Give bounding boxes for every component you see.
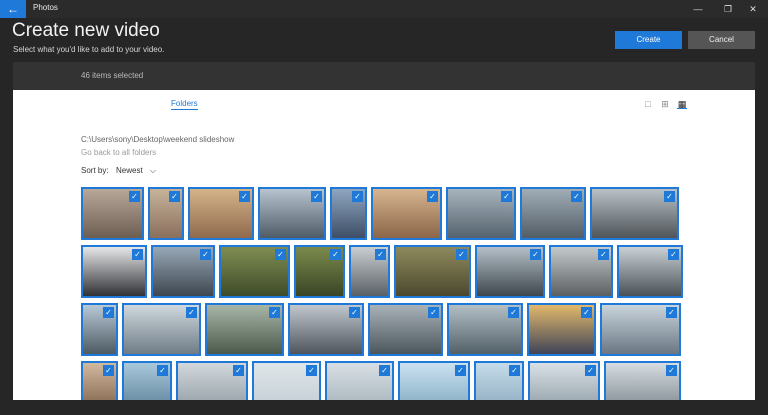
photo-thumbnail[interactable]: ✓ — [258, 187, 326, 240]
photo-thumbnail[interactable]: ✓ — [590, 187, 679, 240]
checkbox-checked-icon[interactable]: ✓ — [103, 307, 114, 318]
checkbox-checked-icon[interactable]: ✓ — [501, 191, 512, 202]
photo-thumbnail[interactable]: ✓ — [294, 245, 345, 298]
photo-thumbnail[interactable]: ✓ — [188, 187, 254, 240]
small-grid-icon[interactable]: ▦ — [677, 99, 687, 109]
checkbox-checked-icon[interactable]: ✓ — [664, 191, 675, 202]
photo-thumbnail[interactable]: ✓ — [81, 245, 147, 298]
photo-thumbnail[interactable]: ✓ — [122, 361, 172, 400]
single-view-icon[interactable]: □ — [643, 99, 653, 109]
checkbox-checked-icon[interactable]: ✓ — [200, 249, 211, 260]
checkbox-checked-icon[interactable]: ✓ — [598, 249, 609, 260]
photo-thumbnail[interactable]: ✓ — [151, 245, 215, 298]
photo-thumbnail[interactable]: ✓ — [604, 361, 681, 400]
tab-folders[interactable]: Folders — [171, 99, 198, 110]
checkbox-checked-icon[interactable]: ✓ — [129, 191, 140, 202]
cancel-button[interactable]: Cancel — [688, 31, 755, 49]
back-to-folders-link[interactable]: Go back to all folders — [81, 148, 156, 157]
photo-row: ✓ ✓ ✓ ✓ ✓ ✓ ✓ ✓ ✓ — [81, 361, 687, 400]
checkbox-checked-icon[interactable]: ✓ — [375, 249, 386, 260]
photo-thumbnail[interactable]: ✓ — [474, 361, 524, 400]
checkbox-checked-icon[interactable]: ✓ — [186, 307, 197, 318]
checkbox-checked-icon[interactable]: ✓ — [103, 365, 114, 376]
photo-thumbnail[interactable]: ✓ — [252, 361, 321, 400]
sort-value: Newest — [116, 166, 143, 175]
checkbox-checked-icon[interactable]: ✓ — [666, 307, 677, 318]
photo-grid: ✓ ✓ ✓ ✓ ✓ ✓ ✓ ✓ ✓ ✓ ✓ ✓ ✓ ✓ ✓ ✓ ✓ ✓ ✓ ✓ ✓ ✓ ✓ ✓ ✓ ✓ ✓ ✓ ✓ ✓ ✓ ✓ ✓ ✓ ✓ — [81, 187, 687, 400]
checkbox-checked-icon[interactable]: ✓ — [306, 365, 317, 376]
photo-thumbnail[interactable]: ✓ — [549, 245, 613, 298]
photo-thumbnail[interactable]: ✓ — [527, 303, 596, 356]
folder-path: C:\Users\sony\Desktop\weekend slideshow — [81, 135, 235, 144]
photo-thumbnail[interactable]: ✓ — [330, 187, 367, 240]
checkbox-checked-icon[interactable]: ✓ — [530, 249, 541, 260]
page-subtitle: Select what you'd like to add to your vi… — [13, 45, 165, 54]
photo-thumbnail[interactable]: ✓ — [398, 361, 470, 400]
photo-thumbnail[interactable]: ✓ — [122, 303, 201, 356]
photo-thumbnail[interactable]: ✓ — [528, 361, 600, 400]
photo-thumbnail[interactable]: ✓ — [600, 303, 681, 356]
sort-label: Sort by: — [81, 166, 109, 175]
photo-thumbnail[interactable]: ✓ — [368, 303, 443, 356]
photo-thumbnail[interactable]: ✓ — [176, 361, 248, 400]
checkbox-checked-icon[interactable]: ✓ — [508, 307, 519, 318]
checkbox-checked-icon[interactable]: ✓ — [311, 191, 322, 202]
checkbox-checked-icon[interactable]: ✓ — [509, 365, 520, 376]
photo-thumbnail[interactable]: ✓ — [325, 361, 394, 400]
checkbox-checked-icon[interactable]: ✓ — [585, 365, 596, 376]
photo-thumbnail[interactable]: ✓ — [81, 361, 118, 400]
page-title: Create new video — [12, 20, 160, 41]
checkbox-checked-icon[interactable]: ✓ — [379, 365, 390, 376]
close-icon[interactable]: ✕ — [738, 0, 768, 18]
checkbox-checked-icon[interactable]: ✓ — [157, 365, 168, 376]
selection-bar: 46 items selected — [13, 62, 755, 90]
photo-thumbnail[interactable]: ✓ — [371, 187, 442, 240]
checkbox-checked-icon[interactable]: ✓ — [330, 249, 341, 260]
photo-thumbnail[interactable]: ✓ — [205, 303, 284, 356]
checkbox-checked-icon[interactable]: ✓ — [233, 365, 244, 376]
checkbox-checked-icon[interactable]: ✓ — [428, 307, 439, 318]
checkbox-checked-icon[interactable]: ✓ — [349, 307, 360, 318]
photo-row: ✓ ✓ ✓ ✓ ✓ ✓ ✓ ✓ ✓ — [81, 245, 687, 298]
photo-thumbnail[interactable]: ✓ — [219, 245, 290, 298]
checkbox-checked-icon[interactable]: ✓ — [352, 191, 363, 202]
media-panel: Folders □ ⊞ ▦ C:\Users\sony\Desktop\week… — [13, 90, 755, 400]
photo-thumbnail[interactable]: ✓ — [446, 187, 516, 240]
create-button[interactable]: Create — [615, 31, 682, 49]
photo-thumbnail[interactable]: ✓ — [394, 245, 471, 298]
photo-row: ✓ ✓ ✓ ✓ ✓ ✓ ✓ ✓ ✓ — [81, 187, 687, 240]
title-bar: ← Photos — ❐ ✕ — [0, 0, 768, 18]
minimize-icon[interactable]: — — [683, 0, 713, 18]
checkbox-checked-icon[interactable]: ✓ — [666, 365, 677, 376]
back-arrow-icon[interactable]: ← — [0, 0, 26, 18]
checkbox-checked-icon[interactable]: ✓ — [571, 191, 582, 202]
photo-thumbnail[interactable]: ✓ — [617, 245, 683, 298]
checkbox-checked-icon[interactable]: ✓ — [456, 249, 467, 260]
checkbox-checked-icon[interactable]: ✓ — [169, 191, 180, 202]
checkbox-checked-icon[interactable]: ✓ — [427, 191, 438, 202]
medium-grid-icon[interactable]: ⊞ — [660, 99, 670, 109]
app-title: Photos — [33, 3, 58, 12]
checkbox-checked-icon[interactable]: ✓ — [239, 191, 250, 202]
checkbox-checked-icon[interactable]: ✓ — [275, 249, 286, 260]
photo-thumbnail[interactable]: ✓ — [81, 187, 144, 240]
photo-thumbnail[interactable]: ✓ — [288, 303, 364, 356]
photo-thumbnail[interactable]: ✓ — [148, 187, 184, 240]
photo-thumbnail[interactable]: ✓ — [520, 187, 586, 240]
checkbox-checked-icon[interactable]: ✓ — [581, 307, 592, 318]
checkbox-checked-icon[interactable]: ✓ — [455, 365, 466, 376]
selection-count: 46 items selected — [81, 71, 144, 80]
checkbox-checked-icon[interactable]: ✓ — [668, 249, 679, 260]
photo-thumbnail[interactable]: ✓ — [349, 245, 390, 298]
checkbox-checked-icon[interactable]: ✓ — [269, 307, 280, 318]
checkbox-checked-icon[interactable]: ✓ — [132, 249, 143, 260]
photo-thumbnail[interactable]: ✓ — [475, 245, 545, 298]
photo-thumbnail[interactable]: ✓ — [81, 303, 118, 356]
photo-row: ✓ ✓ ✓ ✓ ✓ ✓ ✓ ✓ — [81, 303, 687, 356]
photo-thumbnail[interactable]: ✓ — [447, 303, 523, 356]
sort-dropdown[interactable]: Newest ⌵ — [116, 166, 156, 176]
chevron-down-icon: ⌵ — [149, 166, 156, 175]
